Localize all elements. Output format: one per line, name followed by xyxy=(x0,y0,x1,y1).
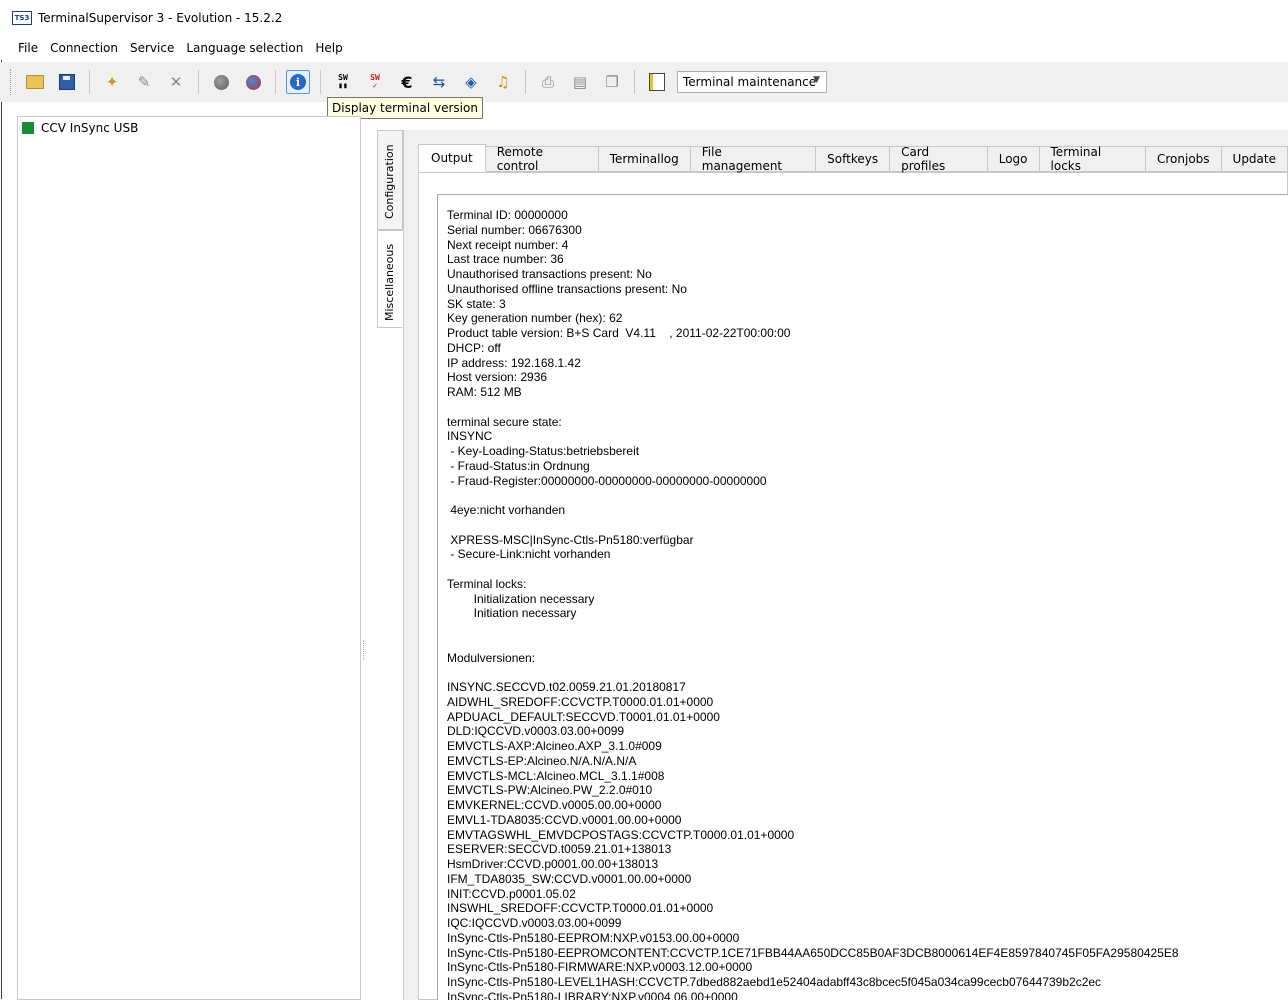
vtab-configuration[interactable]: Configuration xyxy=(377,130,403,230)
print-icon: ⎙ xyxy=(541,73,554,91)
edit-icon: ✎ xyxy=(137,73,151,91)
print-button[interactable]: ⎙ xyxy=(536,70,560,94)
chevron-down-icon: ▼ xyxy=(813,75,820,85)
tab-softkeys[interactable]: Softkeys xyxy=(816,146,891,172)
open-button[interactable] xyxy=(23,70,47,94)
tab-cronjobs[interactable]: Cronjobs xyxy=(1145,146,1222,172)
splitter-handle[interactable] xyxy=(363,640,366,660)
tab-bar: Output Remote control Terminallog File m… xyxy=(418,144,1288,173)
device-item[interactable]: CCV InSync USB xyxy=(22,121,138,135)
edit-button[interactable]: ✎ xyxy=(132,70,156,94)
toolbar-separator xyxy=(320,70,321,94)
display-terminal-version-button[interactable]: i xyxy=(286,70,310,94)
menu-language-selection[interactable]: Language selection xyxy=(186,41,303,55)
log-button[interactable]: ◈ xyxy=(459,70,483,94)
vtab-miscellaneous[interactable]: Miscellaneous xyxy=(377,230,403,328)
currency-button[interactable]: € xyxy=(395,70,419,94)
delete-button[interactable]: ✕ xyxy=(164,70,188,94)
tab-remote-control[interactable]: Remote control xyxy=(485,145,599,173)
window-icon: ❐ xyxy=(605,73,619,91)
menu-help[interactable]: Help xyxy=(315,41,342,55)
tab-terminallog[interactable]: Terminallog xyxy=(598,146,691,172)
software-download-icon: SW ▮▮ xyxy=(338,73,348,90)
mode-dropdown[interactable]: Terminal maintenance ▼ xyxy=(677,71,827,93)
manual-button[interactable] xyxy=(645,70,669,94)
receipt-button[interactable]: ▤ xyxy=(568,70,592,94)
tab-terminal-locks[interactable]: Terminal locks xyxy=(1039,145,1146,173)
save-button[interactable] xyxy=(55,70,79,94)
output-text: Terminal ID: 00000000 Serial number: 066… xyxy=(447,208,1179,1000)
app-icon: TS3 xyxy=(12,11,32,25)
toolbar-separator xyxy=(525,70,526,94)
connect-button[interactable] xyxy=(241,70,265,94)
toolbar-separator xyxy=(634,70,635,94)
connect-icon xyxy=(245,74,261,90)
diagnostics-button[interactable]: ♫ xyxy=(491,70,515,94)
toolbar-separator xyxy=(275,70,276,94)
toolbar-separator xyxy=(198,70,199,94)
tab-card-profiles[interactable]: Card profiles xyxy=(890,145,988,173)
book-icon xyxy=(649,73,665,91)
tab-output[interactable]: Output xyxy=(418,144,486,172)
menu-bar: File Connection Service Language selecti… xyxy=(0,36,1288,60)
menu-service[interactable]: Service xyxy=(130,41,174,55)
toolbar: ✦ ✎ ✕ i SW ▮▮ SW ✓ € ⇆ ◈ ♫ ⎙ ▤ ❐ Terminal … xyxy=(0,62,1288,102)
sw-label: SW xyxy=(338,73,348,82)
tab-file-management[interactable]: File management xyxy=(690,145,817,173)
connection-status-icon xyxy=(22,122,34,134)
transfer-icon: ⇆ xyxy=(432,73,446,91)
delete-icon: ✕ xyxy=(169,73,183,91)
window-button[interactable]: ❐ xyxy=(600,70,624,94)
disconnect-icon xyxy=(213,74,229,90)
open-folder-icon xyxy=(26,75,44,89)
menu-connection[interactable]: Connection xyxy=(50,41,118,55)
software-update-button[interactable]: SW ✓ xyxy=(363,70,387,94)
window-title: TerminalSupervisor 3 - Evolution - 15.2.… xyxy=(38,11,283,25)
log-icon: ◈ xyxy=(465,73,477,91)
output-textarea[interactable]: Terminal ID: 00000000 Serial number: 066… xyxy=(437,194,1288,1000)
vtab-configuration-label: Configuration xyxy=(383,144,396,219)
diagnostics-icon: ♫ xyxy=(496,73,510,91)
mode-dropdown-value: Terminal maintenance xyxy=(683,75,817,89)
save-icon xyxy=(59,74,75,90)
device-list: CCV InSync USB xyxy=(17,116,361,1000)
transfer-button[interactable]: ⇆ xyxy=(427,70,451,94)
receipt-icon: ▤ xyxy=(572,73,588,91)
sw-label-2: SW xyxy=(370,73,380,82)
euro-icon: € xyxy=(401,72,413,92)
new-button[interactable]: ✦ xyxy=(100,70,124,94)
info-icon: i xyxy=(290,74,306,90)
vtab-miscellaneous-label: Miscellaneous xyxy=(383,243,396,321)
title-bar: TS3 TerminalSupervisor 3 - Evolution - 1… xyxy=(0,0,1288,36)
toolbar-separator xyxy=(89,70,90,94)
tab-logo[interactable]: Logo xyxy=(987,146,1040,172)
toolbar-grip[interactable] xyxy=(10,69,15,95)
disconnect-button[interactable] xyxy=(209,70,233,94)
software-update-icon: SW ✓ xyxy=(370,73,380,90)
device-label: CCV InSync USB xyxy=(41,121,139,135)
software-download-button[interactable]: SW ▮▮ xyxy=(331,70,355,94)
tab-update[interactable]: Update xyxy=(1221,146,1288,172)
menu-file[interactable]: File xyxy=(18,41,38,55)
new-icon: ✦ xyxy=(105,73,119,91)
